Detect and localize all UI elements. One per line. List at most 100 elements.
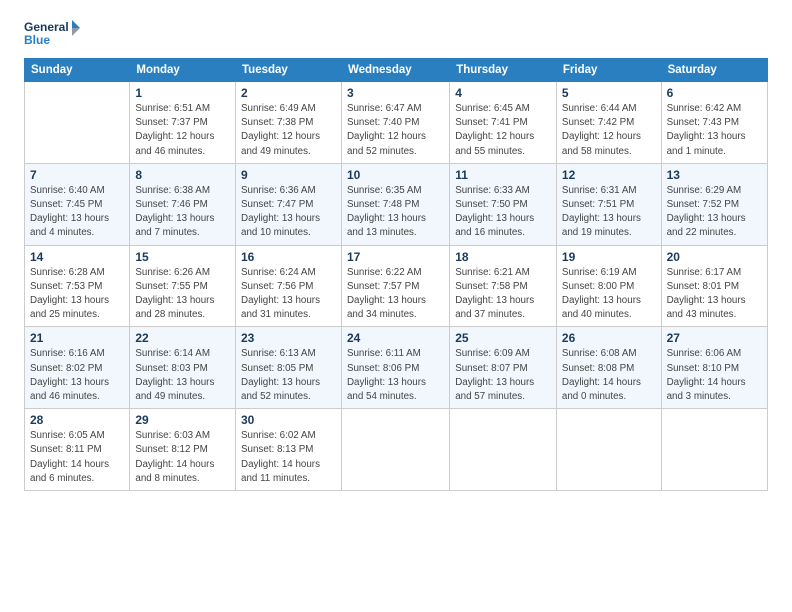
- svg-text:General: General: [24, 20, 69, 34]
- calendar-cell: 22 Sunrise: 6:14 AM Sunset: 8:03 PM Dayli…: [130, 327, 236, 409]
- week-row-1: 1 Sunrise: 6:51 AM Sunset: 7:37 PM Daylig…: [25, 82, 768, 164]
- calendar-cell: 16Sunrise: 6:24 AM Sunset: 7:56 PM Dayli…: [236, 245, 342, 327]
- calendar-cell: 26 Sunrise: 6:08 AM Sunset: 8:08 PM Dayli…: [556, 327, 661, 409]
- weekday-header-row: SundayMondayTuesdayWednesdayThursdayFrid…: [25, 59, 768, 82]
- day-number: 14: [30, 250, 124, 264]
- day-number: 28: [30, 413, 124, 427]
- day-number: 9: [241, 168, 336, 182]
- calendar-cell: 17 Sunrise: 6:22 AM Sunset: 7:57 PM Dayli…: [341, 245, 449, 327]
- day-number: 2: [241, 86, 336, 100]
- day-number: 7: [30, 168, 124, 182]
- week-row-5: 28 Sunrise: 6:05 AM Sunset: 8:11 PM Dayli…: [25, 409, 768, 491]
- weekday-header-saturday: Saturday: [661, 59, 767, 82]
- day-detail: Sunrise: 6:49 AM Sunset: 7:38 PM Dayligh…: [241, 102, 336, 159]
- day-detail: Sunrise: 6:09 AM Sunset: 8:07 PM Dayligh…: [455, 347, 551, 404]
- weekday-header-wednesday: Wednesday: [341, 59, 449, 82]
- weekday-header-sunday: Sunday: [25, 59, 130, 82]
- calendar-cell: 24Sunrise: 6:11 AM Sunset: 8:06 PM Dayli…: [341, 327, 449, 409]
- day-detail: Sunrise: 6:14 AM Sunset: 8:03 PM Dayligh…: [135, 347, 230, 404]
- day-number: 30: [241, 413, 336, 427]
- calendar-cell: 19Sunrise: 6:19 AM Sunset: 8:00 PM Dayli…: [556, 245, 661, 327]
- calendar-cell: 7 Sunrise: 6:40 AM Sunset: 7:45 PM Daylig…: [25, 163, 130, 245]
- week-row-3: 14Sunrise: 6:28 AM Sunset: 7:53 PM Dayli…: [25, 245, 768, 327]
- day-detail: Sunrise: 6:26 AM Sunset: 7:55 PM Dayligh…: [135, 266, 230, 323]
- day-number: 6: [667, 86, 762, 100]
- header: General Blue: [24, 18, 768, 54]
- day-number: 22: [135, 331, 230, 345]
- calendar-cell: 12 Sunrise: 6:31 AM Sunset: 7:51 PM Dayli…: [556, 163, 661, 245]
- day-number: 12: [562, 168, 656, 182]
- day-detail: Sunrise: 6:44 AM Sunset: 7:42 PM Dayligh…: [562, 102, 656, 159]
- day-number: 29: [135, 413, 230, 427]
- calendar-cell: [661, 409, 767, 491]
- calendar-cell: 14Sunrise: 6:28 AM Sunset: 7:53 PM Dayli…: [25, 245, 130, 327]
- day-number: 3: [347, 86, 444, 100]
- calendar-cell: 4 Sunrise: 6:45 AM Sunset: 7:41 PM Daylig…: [450, 82, 557, 164]
- day-number: 8: [135, 168, 230, 182]
- weekday-header-thursday: Thursday: [450, 59, 557, 82]
- calendar-cell: 15 Sunrise: 6:26 AM Sunset: 7:55 PM Dayli…: [130, 245, 236, 327]
- calendar-cell: 20Sunrise: 6:17 AM Sunset: 8:01 PM Dayli…: [661, 245, 767, 327]
- day-number: 1: [135, 86, 230, 100]
- day-detail: Sunrise: 6:38 AM Sunset: 7:46 PM Dayligh…: [135, 184, 230, 241]
- day-detail: Sunrise: 6:24 AM Sunset: 7:56 PM Dayligh…: [241, 266, 336, 323]
- calendar-cell: 1 Sunrise: 6:51 AM Sunset: 7:37 PM Daylig…: [130, 82, 236, 164]
- day-detail: Sunrise: 6:08 AM Sunset: 8:08 PM Dayligh…: [562, 347, 656, 404]
- day-number: 4: [455, 86, 551, 100]
- day-number: 26: [562, 331, 656, 345]
- week-row-4: 21 Sunrise: 6:16 AM Sunset: 8:02 PM Dayli…: [25, 327, 768, 409]
- day-number: 15: [135, 250, 230, 264]
- day-detail: Sunrise: 6:05 AM Sunset: 8:11 PM Dayligh…: [30, 429, 124, 486]
- day-number: 18: [455, 250, 551, 264]
- day-detail: Sunrise: 6:21 AM Sunset: 7:58 PM Dayligh…: [455, 266, 551, 323]
- calendar-cell: 6 Sunrise: 6:42 AM Sunset: 7:43 PM Daylig…: [661, 82, 767, 164]
- calendar-cell: [450, 409, 557, 491]
- day-detail: Sunrise: 6:03 AM Sunset: 8:12 PM Dayligh…: [135, 429, 230, 486]
- day-number: 5: [562, 86, 656, 100]
- calendar-cell: [556, 409, 661, 491]
- weekday-header-friday: Friday: [556, 59, 661, 82]
- calendar-cell: 3Sunrise: 6:47 AM Sunset: 7:40 PM Daylig…: [341, 82, 449, 164]
- day-number: 20: [667, 250, 762, 264]
- calendar-cell: 18 Sunrise: 6:21 AM Sunset: 7:58 PM Dayli…: [450, 245, 557, 327]
- day-number: 21: [30, 331, 124, 345]
- day-number: 19: [562, 250, 656, 264]
- day-number: 25: [455, 331, 551, 345]
- day-number: 11: [455, 168, 551, 182]
- calendar-cell: 21 Sunrise: 6:16 AM Sunset: 8:02 PM Dayli…: [25, 327, 130, 409]
- calendar-cell: [341, 409, 449, 491]
- day-detail: Sunrise: 6:31 AM Sunset: 7:51 PM Dayligh…: [562, 184, 656, 241]
- day-detail: Sunrise: 6:33 AM Sunset: 7:50 PM Dayligh…: [455, 184, 551, 241]
- day-number: 24: [347, 331, 444, 345]
- day-detail: Sunrise: 6:02 AM Sunset: 8:13 PM Dayligh…: [241, 429, 336, 486]
- calendar-cell: 9 Sunrise: 6:36 AM Sunset: 7:47 PM Daylig…: [236, 163, 342, 245]
- weekday-header-monday: Monday: [130, 59, 236, 82]
- day-detail: Sunrise: 6:51 AM Sunset: 7:37 PM Dayligh…: [135, 102, 230, 159]
- calendar-cell: 23 Sunrise: 6:13 AM Sunset: 8:05 PM Dayli…: [236, 327, 342, 409]
- calendar-cell: 11 Sunrise: 6:33 AM Sunset: 7:50 PM Dayli…: [450, 163, 557, 245]
- day-number: 13: [667, 168, 762, 182]
- calendar-cell: 27Sunrise: 6:06 AM Sunset: 8:10 PM Dayli…: [661, 327, 767, 409]
- calendar-cell: 29 Sunrise: 6:03 AM Sunset: 8:12 PM Dayli…: [130, 409, 236, 491]
- day-detail: Sunrise: 6:13 AM Sunset: 8:05 PM Dayligh…: [241, 347, 336, 404]
- svg-text:Blue: Blue: [24, 33, 50, 47]
- calendar-cell: 2 Sunrise: 6:49 AM Sunset: 7:38 PM Daylig…: [236, 82, 342, 164]
- calendar-cell: 25 Sunrise: 6:09 AM Sunset: 8:07 PM Dayli…: [450, 327, 557, 409]
- calendar-cell: [25, 82, 130, 164]
- logo: General Blue: [24, 18, 84, 54]
- day-number: 17: [347, 250, 444, 264]
- day-detail: Sunrise: 6:40 AM Sunset: 7:45 PM Dayligh…: [30, 184, 124, 241]
- calendar-cell: 5 Sunrise: 6:44 AM Sunset: 7:42 PM Daylig…: [556, 82, 661, 164]
- day-detail: Sunrise: 6:06 AM Sunset: 8:10 PM Dayligh…: [667, 347, 762, 404]
- day-detail: Sunrise: 6:36 AM Sunset: 7:47 PM Dayligh…: [241, 184, 336, 241]
- day-detail: Sunrise: 6:42 AM Sunset: 7:43 PM Dayligh…: [667, 102, 762, 159]
- day-detail: Sunrise: 6:35 AM Sunset: 7:48 PM Dayligh…: [347, 184, 444, 241]
- day-detail: Sunrise: 6:16 AM Sunset: 8:02 PM Dayligh…: [30, 347, 124, 404]
- day-detail: Sunrise: 6:22 AM Sunset: 7:57 PM Dayligh…: [347, 266, 444, 323]
- page: General Blue SundayMondayTuesdayWednesda…: [0, 0, 792, 503]
- day-detail: Sunrise: 6:29 AM Sunset: 7:52 PM Dayligh…: [667, 184, 762, 241]
- day-number: 10: [347, 168, 444, 182]
- calendar-cell: 28 Sunrise: 6:05 AM Sunset: 8:11 PM Dayli…: [25, 409, 130, 491]
- day-detail: Sunrise: 6:45 AM Sunset: 7:41 PM Dayligh…: [455, 102, 551, 159]
- day-number: 23: [241, 331, 336, 345]
